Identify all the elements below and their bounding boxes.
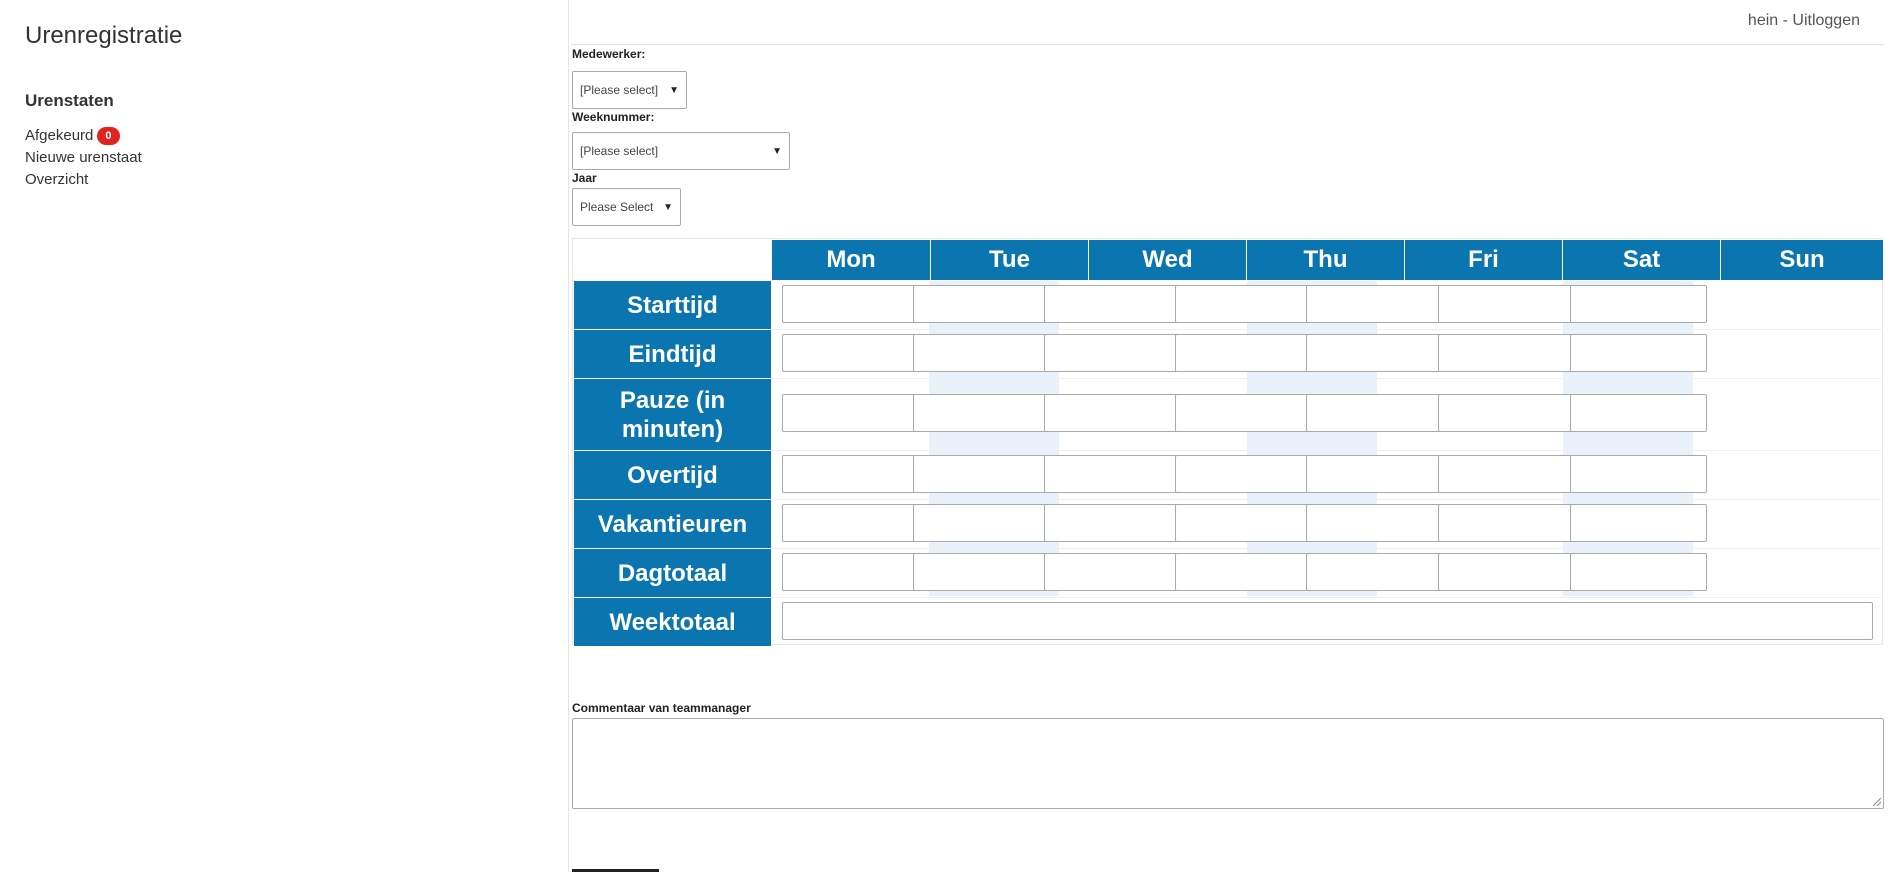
row-divider [771, 499, 1883, 500]
time-input-mon-dagtotaal[interactable] [782, 553, 919, 591]
time-input-sat-starttijd[interactable] [1438, 285, 1575, 323]
time-input-fri-eindtijd[interactable] [1306, 334, 1443, 372]
time-input-tue-vakantieuren[interactable] [913, 504, 1050, 542]
employee-label: Medewerker: [572, 47, 646, 61]
time-input-tue-pauze[interactable] [913, 394, 1050, 432]
time-input-wed-pauze[interactable] [1044, 394, 1181, 432]
sidebar-item-label: Afgekeurd [25, 127, 94, 144]
sidebar-nav: Afgekeurd 0 Nieuwe urenstaat Overzicht [25, 125, 142, 191]
time-input-sun-dagtotaal[interactable] [1570, 553, 1707, 591]
time-input-mon-eindtijd[interactable] [782, 334, 919, 372]
row-header-eindtijd: Eindtijd [574, 330, 771, 378]
main-content: hein - Uitloggen Medewerker: [Please sel… [571, 0, 1892, 872]
time-input-thu-pauze[interactable] [1175, 394, 1312, 432]
time-input-fri-starttijd[interactable] [1306, 285, 1443, 323]
week-select[interactable]: [Please select] ▼ [572, 132, 790, 170]
time-input-tue-starttijd[interactable] [913, 285, 1050, 323]
count-badge: 0 [97, 127, 120, 145]
week-label: Weeknummer: [572, 110, 655, 124]
row-divider [771, 548, 1883, 549]
row-divider [771, 450, 1883, 451]
time-input-fri-overtijd[interactable] [1306, 455, 1443, 493]
time-input-sun-eindtijd[interactable] [1570, 334, 1707, 372]
time-input-sun-vakantieuren[interactable] [1570, 504, 1707, 542]
sidebar-item-nieuwe-urenstaat[interactable]: Nieuwe urenstaat [25, 147, 142, 169]
row-header-starttijd: Starttijd [574, 281, 771, 329]
sidebar-item-afgekeurd[interactable]: Afgekeurd 0 [25, 125, 142, 147]
row-header-vakantieuren: Vakantieuren [574, 500, 771, 548]
day-header-thu: Thu [1247, 240, 1404, 280]
year-label: Jaar [572, 171, 597, 185]
section-title: Urenstaten [25, 91, 114, 110]
time-input-mon-overtijd[interactable] [782, 455, 919, 493]
time-input-sat-vakantieuren[interactable] [1438, 504, 1575, 542]
time-input-sun-starttijd[interactable] [1570, 285, 1707, 323]
time-input-tue-eindtijd[interactable] [913, 334, 1050, 372]
timesheet-grid: Mon Tue Wed Thu Fri Sat Sun Starttijd Ei… [572, 238, 1883, 646]
time-input-thu-overtijd[interactable] [1175, 455, 1312, 493]
year-select-value: Please Select [580, 200, 654, 214]
time-input-sat-pauze[interactable] [1438, 394, 1575, 432]
time-input-tue-overtijd[interactable] [913, 455, 1050, 493]
time-input-sat-overtijd[interactable] [1438, 455, 1575, 493]
day-header-mon: Mon [772, 240, 930, 280]
time-input-wed-starttijd[interactable] [1044, 285, 1181, 323]
row-divider [771, 329, 1883, 330]
dropdown-arrow-icon: ▼ [772, 145, 782, 157]
employee-select[interactable]: [Please select] ▼ [572, 71, 687, 109]
time-input-thu-eindtijd[interactable] [1175, 334, 1312, 372]
comment-textarea[interactable] [572, 718, 1884, 809]
sidebar-item-overzicht[interactable]: Overzicht [25, 169, 142, 191]
day-header-tue: Tue [931, 240, 1088, 280]
day-header-fri: Fri [1405, 240, 1562, 280]
row-divider [771, 597, 1883, 598]
sidebar: Urenregistratie Urenstaten Afgekeurd 0 Ni… [0, 0, 569, 872]
resize-handle-icon [1873, 798, 1881, 806]
time-input-mon-starttijd[interactable] [782, 285, 919, 323]
time-input-thu-starttijd[interactable] [1175, 285, 1312, 323]
time-input-sun-pauze[interactable] [1570, 394, 1707, 432]
user-logout-link[interactable]: hein - Uitloggen [1748, 12, 1860, 30]
time-input-wed-eindtijd[interactable] [1044, 334, 1181, 372]
top-bar: hein - Uitloggen [571, 0, 1884, 45]
week-total-input[interactable] [782, 602, 1873, 640]
row-header-pauze: Pauze (in minuten) [574, 379, 771, 450]
day-header-sat: Sat [1563, 240, 1720, 280]
week-select-value: [Please select] [580, 144, 659, 158]
dropdown-arrow-icon: ▼ [663, 201, 673, 213]
time-input-sat-eindtijd[interactable] [1438, 334, 1575, 372]
row-divider [771, 378, 1883, 379]
time-input-fri-dagtotaal[interactable] [1306, 553, 1443, 591]
dropdown-arrow-icon: ▼ [669, 84, 679, 96]
time-input-tue-dagtotaal[interactable] [913, 553, 1050, 591]
row-header-overtijd: Overtijd [574, 451, 771, 499]
time-input-mon-pauze[interactable] [782, 394, 919, 432]
time-input-mon-vakantieuren[interactable] [782, 504, 919, 542]
app-title: Urenregistratie [25, 22, 183, 49]
time-input-sun-overtijd[interactable] [1570, 455, 1707, 493]
comment-label: Commentaar van teammanager [572, 701, 751, 715]
day-header-sun: Sun [1721, 240, 1883, 280]
time-input-fri-pauze[interactable] [1306, 394, 1443, 432]
time-input-wed-overtijd[interactable] [1044, 455, 1181, 493]
time-input-fri-vakantieuren[interactable] [1306, 504, 1443, 542]
day-header-wed: Wed [1089, 240, 1246, 280]
row-header-weektotaal: Weektotaal [574, 598, 771, 646]
year-select[interactable]: Please Select ▼ [572, 188, 681, 226]
time-input-wed-dagtotaal[interactable] [1044, 553, 1181, 591]
time-input-wed-vakantieuren[interactable] [1044, 504, 1181, 542]
time-input-sat-dagtotaal[interactable] [1438, 553, 1575, 591]
time-input-thu-vakantieuren[interactable] [1175, 504, 1312, 542]
row-header-dagtotaal: Dagtotaal [574, 549, 771, 597]
employee-select-value: [Please select] [580, 83, 659, 97]
time-input-thu-dagtotaal[interactable] [1175, 553, 1312, 591]
